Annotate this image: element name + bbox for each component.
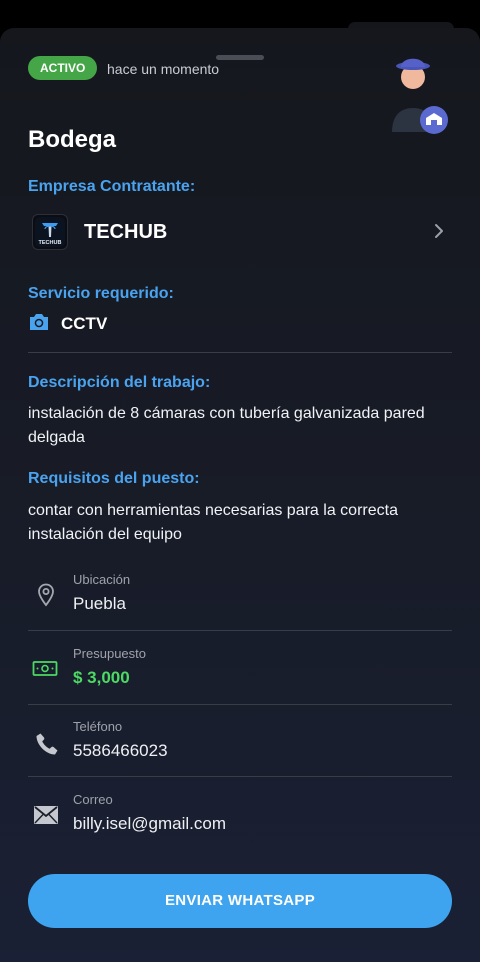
mail-icon bbox=[34, 806, 58, 824]
budget-value: $ 3,000 bbox=[73, 668, 130, 687]
email-label: Correo bbox=[73, 792, 113, 807]
requirements-section-label: Requisitos del puesto: bbox=[28, 470, 200, 487]
location-value: Puebla bbox=[73, 594, 126, 613]
job-title: Bodega bbox=[28, 126, 117, 153]
budget-label: Presupuesto bbox=[73, 646, 146, 661]
status-badge: ACTIVO bbox=[28, 56, 98, 80]
techub-logo-icon: TECHUB bbox=[35, 217, 65, 247]
divider bbox=[28, 352, 452, 353]
email-row[interactable]: Correo billy.isel@gmail.com bbox=[28, 782, 452, 854]
description-section-label: Descripción del trabajo: bbox=[28, 374, 211, 391]
send-whatsapp-button[interactable]: ENVIAR WHATSAPP bbox=[28, 874, 452, 928]
drag-handle[interactable] bbox=[216, 55, 264, 60]
service-section-label: Servicio requerido: bbox=[28, 285, 174, 302]
company-name: TECHUB bbox=[84, 221, 168, 243]
company-logo: TECHUB bbox=[32, 214, 68, 250]
budget-row: Presupuesto $ 3,000 bbox=[28, 636, 452, 708]
camera-icon bbox=[30, 314, 48, 330]
email-value[interactable]: billy.isel@gmail.com bbox=[73, 814, 226, 834]
divider bbox=[28, 704, 452, 705]
avatar[interactable] bbox=[388, 58, 450, 136]
phone-value[interactable]: 5586466023 bbox=[73, 741, 168, 761]
service-name: CCTV bbox=[61, 314, 108, 333]
location-pin-icon bbox=[38, 583, 54, 607]
phone-label: Teléfono bbox=[73, 719, 123, 734]
divider bbox=[28, 776, 452, 777]
phone-icon bbox=[36, 733, 58, 755]
description-text: instalación de 8 cámaras con tubería gal… bbox=[28, 405, 425, 446]
location-row: Ubicación Puebla bbox=[28, 562, 452, 634]
location-label: Ubicación bbox=[73, 572, 131, 587]
worker-avatar-icon bbox=[392, 58, 448, 134]
money-icon bbox=[32, 661, 58, 676]
posted-time: hace un momento bbox=[107, 61, 220, 77]
company-row[interactable]: TECHUB TECHUB bbox=[28, 208, 452, 256]
logo-text: TECHUB bbox=[39, 240, 62, 246]
chevron-right-icon bbox=[435, 224, 443, 238]
phone-row[interactable]: Teléfono 5586466023 bbox=[28, 709, 452, 781]
divider bbox=[28, 630, 452, 631]
service-row: CCTV bbox=[28, 310, 328, 336]
requirements-text: contar con herramientas necesarias para … bbox=[28, 502, 398, 543]
company-section-label: Empresa Contratante: bbox=[28, 178, 196, 195]
